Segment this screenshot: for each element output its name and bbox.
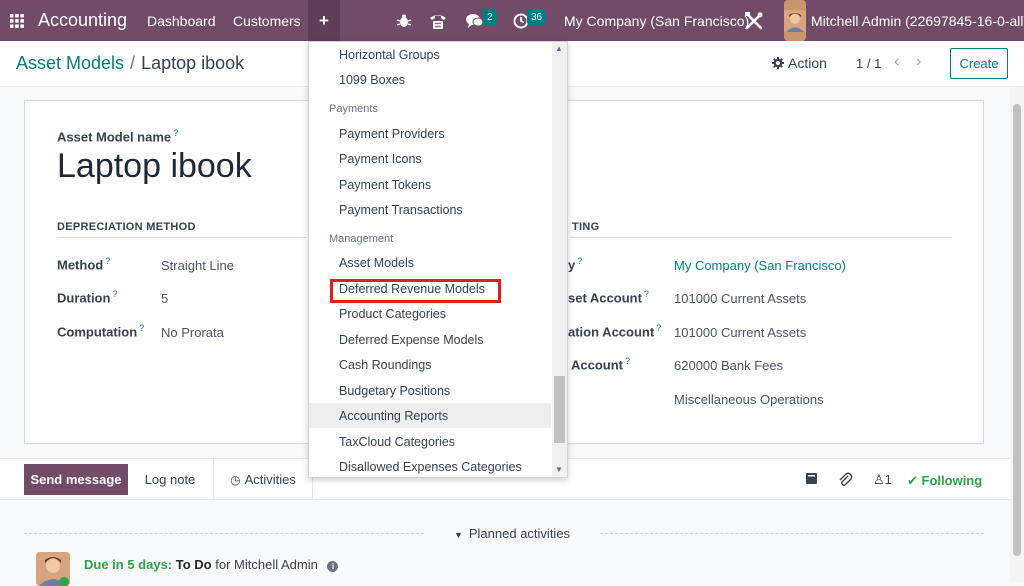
menu-dashboard[interactable]: Dashboard (147, 0, 216, 41)
activities-label: Activities (244, 472, 296, 487)
activity-assignee: for Mitchell Admin (215, 557, 318, 572)
depreciation-account-field[interactable]: 101000 Current Assets (674, 325, 806, 340)
following-button[interactable]: ✔ Following (907, 473, 982, 489)
followers-count: 1 (884, 472, 892, 487)
menu-item-taxcloud-categories[interactable]: TaxCloud Categories (309, 429, 551, 454)
phone-icon[interactable] (428, 0, 448, 41)
menu-item-payment-transactions[interactable]: Payment Transactions (309, 197, 551, 222)
info-icon[interactable]: i (327, 561, 339, 572)
menu-item-disallowed-expenses-categories[interactable]: Disallowed Expenses Categories (309, 454, 551, 477)
page-scrollbar-thumb[interactable] (1013, 104, 1021, 556)
send-message-button[interactable]: Send message (24, 464, 128, 495)
check-icon: ✔ (907, 473, 918, 488)
scroll-down-icon[interactable]: ▼ (555, 465, 563, 474)
configuration-dropdown-menu: Horizontal Groups 1099 Boxes Payments Pa… (308, 41, 568, 478)
following-label: Following (921, 473, 983, 488)
menu-item-budgetary-positions[interactable]: Budgetary Positions (309, 378, 551, 403)
menu-section-management: Management (329, 233, 394, 245)
section-divider (57, 237, 307, 238)
top-navbar: Accounting Dashboard Customers + 2 36 My… (0, 0, 1024, 41)
menu-item-payment-tokens[interactable]: Payment Tokens (309, 172, 551, 197)
chat-count-badge: 2 (483, 10, 497, 25)
menu-item-payment-providers[interactable]: Payment Providers (309, 121, 551, 146)
bug-icon[interactable] (396, 0, 412, 41)
company-label: y? (568, 256, 583, 273)
menu-item-accounting-reports[interactable]: Accounting Reports (309, 403, 551, 428)
section-divider (570, 237, 952, 238)
menu-item-asset-models[interactable]: Asset Models (309, 250, 551, 275)
pager-previous-icon[interactable]: ‹ (894, 53, 899, 71)
method-field[interactable]: Straight Line (161, 258, 234, 273)
method-label: Method? (57, 256, 111, 273)
menu-customers[interactable]: Customers (233, 0, 301, 41)
activity-type: To Do (175, 557, 212, 572)
menu-item-payment-icons[interactable]: Payment Icons (309, 146, 551, 171)
menu-item-1099-boxes[interactable]: 1099 Boxes (309, 67, 551, 92)
create-button[interactable]: Create (950, 48, 1008, 79)
activity-due: Due in 5 days: (84, 557, 173, 572)
computation-label: Computation? (57, 323, 145, 340)
action-label: Action (788, 55, 827, 71)
duration-field[interactable]: 5 (161, 291, 168, 306)
scroll-up-icon[interactable]: ▲ (555, 44, 563, 53)
activities-button[interactable]: ◷ Activities (213, 459, 313, 500)
breadcrumb-asset-models[interactable]: Asset Models (16, 53, 124, 73)
apps-grid-icon[interactable] (10, 0, 28, 41)
followers-button[interactable]: ♙1 (873, 472, 892, 488)
menu-item-horizontal-groups[interactable]: Horizontal Groups (309, 42, 551, 67)
activity-item: Due in 5 days: To Do for Mitchell Admin … (84, 557, 339, 572)
activity-count-badge: 36 (527, 10, 547, 25)
depreciation-account-label: ation Account? (568, 323, 662, 340)
breadcrumb-current: Laptop ibook (141, 53, 245, 73)
asset-account-label: set Account? (568, 289, 649, 306)
planned-activities-toggle[interactable]: ▼ Planned activities (0, 526, 1024, 541)
computation-field[interactable]: No Prorata (161, 325, 224, 340)
menu-section-payments: Payments (329, 103, 378, 115)
caret-down-icon: ▼ (453, 530, 463, 540)
model-name-field[interactable]: Laptop ibook (57, 147, 252, 186)
company-field[interactable]: My Company (San Francisco) (674, 258, 846, 273)
journal-field[interactable]: Miscellaneous Operations (674, 392, 824, 407)
menu-configuration-plus[interactable]: + (308, 0, 340, 41)
expense-account-label: Account? (571, 356, 631, 373)
gear-icon (772, 57, 784, 69)
expense-account-field[interactable]: 620000 Bank Fees (674, 358, 783, 373)
asset-account-field[interactable]: 101000 Current Assets (674, 291, 806, 306)
model-name-label: Asset Model name? (57, 128, 179, 145)
action-button[interactable]: Action (772, 55, 827, 71)
book-icon[interactable] (805, 472, 818, 488)
planned-activities-label: Planned activities (468, 526, 571, 541)
activity-avatar (36, 552, 70, 586)
accounting-section-title: TING (572, 221, 600, 233)
clock-icon: ◷ (230, 472, 241, 487)
pager-next-icon[interactable]: › (916, 53, 921, 71)
breadcrumb: Asset Models / Laptop ibook (16, 53, 244, 74)
highlight-annotation-box (330, 279, 501, 303)
user-menu[interactable]: Mitchell Admin (22697845-16-0-all) (811, 0, 1024, 41)
user-icon: ♙ (873, 472, 885, 487)
debug-tools-icon[interactable] (744, 0, 764, 41)
duration-label: Duration? (57, 289, 118, 306)
company-switcher[interactable]: My Company (San Francisco) (564, 0, 749, 41)
log-note-button[interactable]: Log note (128, 464, 212, 495)
menu-item-deferred-expense-models[interactable]: Deferred Expense Models (309, 327, 551, 352)
breadcrumb-separator: / (130, 53, 136, 73)
chat-icon[interactable] (466, 0, 484, 41)
menu-item-cash-roundings[interactable]: Cash Roundings (309, 352, 551, 377)
app-name[interactable]: Accounting (38, 0, 127, 41)
user-avatar[interactable] (784, 0, 806, 41)
menu-item-product-categories[interactable]: Product Categories (309, 301, 551, 326)
pager-value[interactable]: 1 / 1 (856, 56, 881, 71)
paperclip-icon[interactable] (838, 472, 853, 490)
depreciation-section-title: DEPRECIATION METHOD (57, 221, 196, 233)
dropdown-scrollbar-thumb[interactable] (554, 376, 565, 443)
